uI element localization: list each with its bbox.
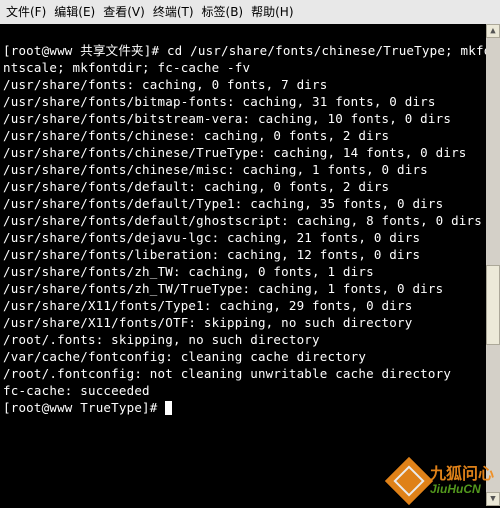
output-line: /usr/share/fonts/dejavu-lgc: caching, 21…: [3, 230, 420, 245]
output-line: /usr/share/fonts/bitstream-vera: caching…: [3, 111, 451, 126]
output-line: /usr/share/fonts/zh_TW: caching, 0 fonts…: [3, 264, 374, 279]
output-line: /usr/share/fonts/liberation: caching, 12…: [3, 247, 420, 262]
output-line: /usr/share/fonts/default: caching, 0 fon…: [3, 179, 389, 194]
output-line: /usr/share/fonts/zh_TW/TrueType: caching…: [3, 281, 443, 296]
output-line: /usr/share/fonts/chinese/misc: caching, …: [3, 162, 428, 177]
menu-file[interactable]: 文件(F): [4, 4, 48, 21]
output-line: /root/.fonts: skipping, no such director…: [3, 332, 320, 347]
menu-view[interactable]: 查看(V): [101, 4, 147, 21]
watermark-en: JiuHuCN: [430, 483, 494, 495]
output-line: /usr/share/fonts/default/Type1: caching,…: [3, 196, 443, 211]
output-line: /root/.fontconfig: not cleaning unwritab…: [3, 366, 451, 381]
output-line: /usr/share/X11/fonts/OTF: skipping, no s…: [3, 315, 412, 330]
menu-terminal[interactable]: 终端(T): [151, 4, 196, 21]
output-line: /usr/share/fonts/default/ghostscript: ca…: [3, 213, 482, 228]
scroll-track[interactable]: [486, 38, 500, 492]
output-line: /usr/share/fonts/bitmap-fonts: caching, …: [3, 94, 436, 109]
output-line: fc-cache: succeeded: [3, 383, 150, 398]
menu-help[interactable]: 帮助(H): [249, 4, 295, 21]
watermark-logo-icon: [385, 457, 433, 505]
scroll-thumb[interactable]: [486, 265, 500, 345]
scrollbar[interactable]: ▲ ▼: [486, 24, 500, 506]
output-line: /usr/share/fonts/chinese: caching, 0 fon…: [3, 128, 389, 143]
output-line: /usr/share/fonts/chinese/TrueType: cachi…: [3, 145, 467, 160]
scroll-up-button[interactable]: ▲: [486, 24, 500, 38]
output-line: /usr/share/fonts: caching, 0 fonts, 7 di…: [3, 77, 327, 92]
menu-tabs[interactable]: 标签(B): [200, 4, 246, 21]
output-line: /var/cache/fontconfig: cleaning cache di…: [3, 349, 366, 364]
menu-edit[interactable]: 编辑(E): [52, 4, 97, 21]
watermark: 九狐问心 JiuHuCN: [392, 464, 494, 498]
prompt-1: [root@www 共享文件夹]#: [3, 43, 167, 58]
watermark-cn: 九狐问心: [430, 467, 494, 483]
terminal-output[interactable]: [root@www 共享文件夹]# cd /usr/share/fonts/ch…: [0, 24, 500, 417]
menu-bar: 文件(F) 编辑(E) 查看(V) 终端(T) 标签(B) 帮助(H): [0, 0, 500, 24]
prompt-2: [root@www TrueType]#: [3, 400, 165, 415]
cursor: [165, 401, 172, 415]
output-line: /usr/share/X11/fonts/Type1: caching, 29 …: [3, 298, 412, 313]
